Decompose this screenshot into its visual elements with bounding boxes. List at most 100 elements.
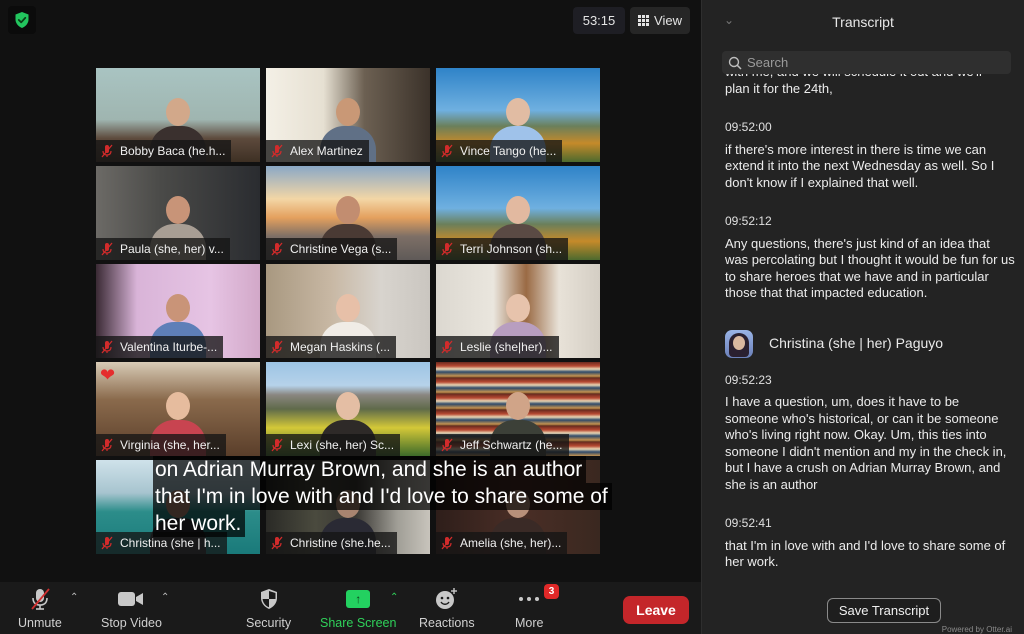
participant-name: Christine Vega (s... bbox=[290, 242, 392, 256]
participant-nametag: Megan Haskins (... bbox=[266, 336, 397, 358]
unmute-label: Unmute bbox=[18, 616, 62, 630]
participant-video-tile[interactable]: Jeff Schwartz (he... bbox=[436, 362, 600, 456]
search-input[interactable] bbox=[747, 55, 997, 70]
live-caption: on Adrian Murray Brown, and she is an au… bbox=[153, 456, 612, 537]
mic-muted-icon bbox=[271, 242, 283, 256]
participant-video-tile[interactable]: Alex Martinez bbox=[266, 68, 430, 162]
participant-nametag: Valentina Iturbe-... bbox=[96, 336, 224, 358]
participant-nametag: Jeff Schwartz (he... bbox=[436, 434, 569, 456]
mic-muted-icon bbox=[271, 144, 283, 158]
participant-name: Alex Martinez bbox=[290, 144, 363, 158]
gallery-grid-icon bbox=[638, 15, 650, 26]
participant-nametag: Bobby Baca (he.h... bbox=[96, 140, 232, 162]
participant-video-tile[interactable]: Valentina Iturbe-... bbox=[96, 264, 260, 358]
transcript-panel: ⌄ Transcript with me, and we will schedu… bbox=[701, 0, 1024, 634]
more-label: More bbox=[515, 616, 544, 630]
transcript-timestamp: 09:52:12 bbox=[725, 214, 772, 228]
transcript-scroll-area[interactable]: with me, and we will schedule it out and… bbox=[702, 74, 1024, 588]
share-options-caret[interactable]: ⌃ bbox=[390, 592, 398, 603]
transcript-search[interactable] bbox=[722, 51, 1011, 74]
participant-name: Valentina Iturbe-... bbox=[120, 340, 218, 354]
stop-video-button[interactable]: Stop Video bbox=[101, 586, 162, 630]
participant-video-tile[interactable]: Paula (she, her) v... bbox=[96, 166, 260, 260]
reactions-label: Reactions bbox=[419, 616, 475, 630]
mic-muted-icon bbox=[101, 536, 113, 550]
participant-video-tile[interactable]: Vince Tango (he... bbox=[436, 68, 600, 162]
transcript-partial-line: with me, and we will schedule it out and… bbox=[725, 74, 1015, 81]
security-label: Security bbox=[246, 616, 292, 630]
participant-name: Virginia (she, her... bbox=[120, 438, 220, 452]
participant-nametag: Paula (she, her) v... bbox=[96, 238, 230, 260]
transcript-timestamp: 09:52:00 bbox=[725, 120, 772, 134]
meeting-timer: 53:15 bbox=[573, 7, 625, 34]
mic-muted-icon bbox=[271, 536, 283, 550]
transcript-header: ⌄ Transcript bbox=[702, 0, 1024, 44]
mic-muted-icon bbox=[441, 536, 453, 550]
participant-nametag: Leslie (she|her)... bbox=[436, 336, 559, 358]
participant-name: Lexi (she, her) Sc... bbox=[290, 438, 395, 452]
speaker-header: Christina (she | her) Paguyo bbox=[725, 329, 1015, 358]
mic-muted-icon bbox=[441, 144, 453, 158]
participant-name: Vince Tango (he... bbox=[460, 144, 557, 158]
zoom-meeting-window: 53:15 View Bobby Baca (he.h... Alex Marti… bbox=[0, 0, 1024, 634]
search-icon bbox=[728, 56, 742, 70]
reactions-button[interactable]: Reactions bbox=[419, 586, 475, 630]
audio-options-caret[interactable]: ⌃ bbox=[70, 592, 78, 603]
security-shield-icon bbox=[260, 589, 277, 609]
participant-name: Christine (she.he... bbox=[290, 536, 391, 550]
participant-nametag: Virginia (she, her... bbox=[96, 434, 226, 456]
view-button[interactable]: View bbox=[630, 7, 690, 34]
leave-button[interactable]: Leave bbox=[623, 596, 689, 624]
participant-video-tile[interactable]: Lexi (she, her) Sc... bbox=[266, 362, 430, 456]
participant-name: Leslie (she|her)... bbox=[460, 340, 553, 354]
unmute-button[interactable]: Unmute bbox=[18, 586, 62, 630]
meeting-toolbar: Unmute ⌃ Stop Video ⌃ Security ↑ Share S… bbox=[0, 582, 701, 634]
transcript-text: plan it for the 24th, bbox=[725, 80, 833, 96]
participant-name: Amelia (she, her)... bbox=[460, 536, 562, 550]
mic-muted-icon bbox=[101, 242, 113, 256]
participant-video-tile[interactable]: Christine Vega (s... bbox=[266, 166, 430, 260]
mic-muted-icon bbox=[101, 438, 113, 452]
more-dots-icon bbox=[519, 597, 540, 601]
participant-nametag: Alex Martinez bbox=[266, 140, 369, 162]
participant-name: Terri Johnson (sh... bbox=[460, 242, 563, 256]
participant-video-tile[interactable]: Megan Haskins (... bbox=[266, 264, 430, 358]
transcript-title: Transcript bbox=[832, 14, 894, 30]
participant-nametag: Terri Johnson (sh... bbox=[436, 238, 569, 260]
transcript-text: Any questions, there's just kind of an i… bbox=[725, 235, 1015, 301]
heart-reaction-icon: ❤ bbox=[100, 365, 116, 385]
mic-muted-icon bbox=[441, 438, 453, 452]
verified-shield-icon bbox=[15, 12, 29, 28]
security-status-button[interactable] bbox=[8, 6, 36, 34]
meeting-area: 53:15 View Bobby Baca (he.h... Alex Marti… bbox=[0, 0, 701, 582]
speaker-name: Christina (she | her) Paguyo bbox=[769, 335, 944, 352]
transcript-text: that I'm in love with and I'd love to sh… bbox=[725, 537, 1006, 570]
participant-name: Jeff Schwartz (he... bbox=[460, 438, 563, 452]
participant-name: Christina (she | h... bbox=[120, 536, 221, 550]
powered-by-label: Powered by Otter.ai bbox=[941, 625, 1012, 634]
security-button[interactable]: Security bbox=[246, 586, 291, 630]
mic-muted-icon bbox=[101, 144, 113, 158]
participant-video-tile[interactable]: Terri Johnson (sh... bbox=[436, 166, 600, 260]
caption-line: on Adrian Murray Brown, and she is an au… bbox=[153, 456, 587, 483]
participant-video-tile[interactable]: Bobby Baca (he.h... bbox=[96, 68, 260, 162]
participant-nametag: Vince Tango (he... bbox=[436, 140, 563, 162]
share-arrow-icon: ↑ bbox=[346, 590, 371, 608]
microphone-muted-icon bbox=[31, 588, 50, 610]
participant-video-tile[interactable]: ❤ Virginia (she, her... bbox=[96, 362, 260, 456]
share-screen-label: Share Screen bbox=[320, 616, 397, 630]
participant-video-tile[interactable]: Leslie (she|her)... bbox=[436, 264, 600, 358]
transcript-timestamp: 09:52:41 bbox=[725, 516, 772, 530]
mic-muted-icon bbox=[441, 340, 453, 354]
more-button[interactable]: More bbox=[515, 586, 543, 630]
video-options-caret[interactable]: ⌃ bbox=[161, 592, 169, 603]
notification-badge: 3 bbox=[544, 584, 559, 599]
view-label: View bbox=[654, 13, 682, 28]
share-screen-button[interactable]: ↑ Share Screen bbox=[320, 586, 396, 630]
transcript-text: if there's more interest in there is tim… bbox=[725, 141, 995, 190]
transcript-text: I have a question, um, does it have to b… bbox=[725, 394, 1007, 492]
save-transcript-button[interactable]: Save Transcript bbox=[827, 598, 941, 623]
video-camera-icon bbox=[118, 592, 144, 606]
mic-muted-icon bbox=[271, 438, 283, 452]
participant-name: Paula (she, her) v... bbox=[120, 242, 224, 256]
